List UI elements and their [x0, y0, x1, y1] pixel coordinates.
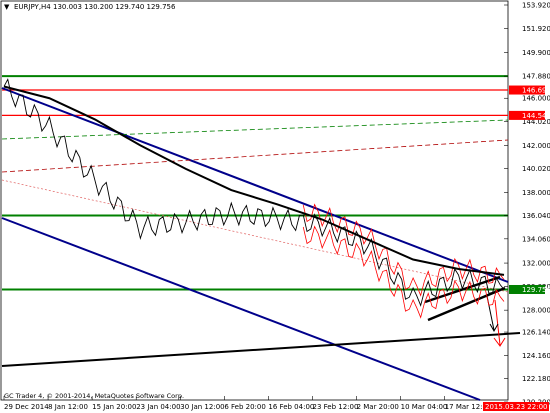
price-tick-label: 142.000 — [522, 142, 550, 150]
price-tick-label: 132.000 — [522, 260, 550, 268]
time-tick-label: 16 Feb 04:00 — [268, 403, 314, 411]
price-tick-label: 122.180 — [522, 375, 550, 383]
price-tick-label: 134.060 — [522, 235, 550, 243]
time-tick-label: 10 Mar 04:00 — [401, 403, 448, 411]
price-chart[interactable]: 153.920151.920149.900147.880146.000144.0… — [0, 0, 550, 413]
price-badge-label: 146.698 — [522, 87, 550, 95]
symbol-info: EURJPY,H4 130.003 130.200 129.740 129.75… — [14, 3, 176, 11]
price-tick-label: 153.920 — [522, 2, 550, 10]
price-axis: 153.920151.920149.900147.880146.000144.0… — [504, 2, 550, 407]
price-tick-label: 138.000 — [522, 189, 550, 197]
time-tick-label: 8 Jan 12:00 — [48, 403, 88, 411]
price-tick-label: 128.000 — [522, 307, 550, 315]
chart-window[interactable]: 153.920 151.920 149.900 147.880 146.000 144.0… — [0, 0, 550, 413]
symbol-arrow-icon: ▼ — [4, 3, 10, 11]
time-tick-label: 6 Feb 20:00 — [224, 403, 265, 411]
time-tick-label: 23 Feb 12:00 — [312, 403, 358, 411]
price-tick-label: 124.160 — [522, 352, 550, 360]
time-tick-label: 30 Jan 12:00 — [180, 403, 224, 411]
price-tick-label: 149.900 — [522, 49, 550, 57]
plot-area — [0, 0, 509, 401]
price-tick-label: 151.920 — [522, 25, 550, 33]
time-tick-label: 23 Jan 04:00 — [136, 403, 180, 411]
price-tick-label: 126.140 — [522, 329, 550, 337]
current-time-badge: 2015.03.23 22:00 — [485, 403, 547, 411]
price-tick-label: 136.040 — [522, 212, 550, 220]
price-badge-label: 144.543 — [522, 112, 550, 120]
price-tick-label: 140.020 — [522, 165, 550, 173]
copyright-text: GC Trader 4, © 2001-2014, MetaQuotes Sof… — [4, 392, 185, 400]
price-badge-label: 129.756 — [522, 286, 550, 294]
time-tick-label: 15 Jan 20:00 — [92, 403, 136, 411]
price-tick-label: 147.880 — [522, 73, 550, 81]
price-tick-label: 146.000 — [522, 95, 550, 103]
time-tick-label: 29 Dec 2014 — [4, 403, 49, 411]
time-tick-label: 2 Mar 20:00 — [357, 403, 399, 411]
